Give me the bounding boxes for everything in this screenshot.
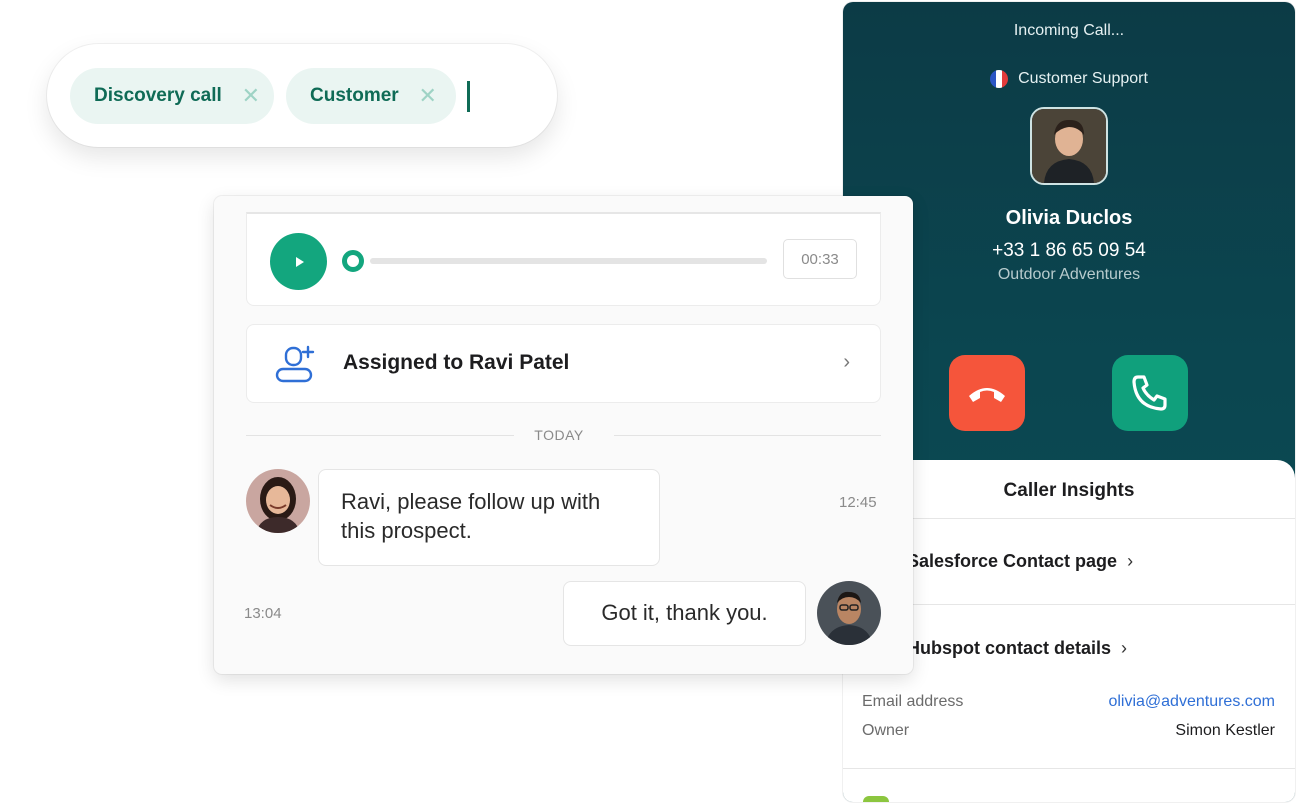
- salesforce-link-label: Salesforce Contact page: [907, 551, 1118, 571]
- recording-duration: 00:33: [783, 239, 857, 279]
- hubspot-contact-link[interactable]: Hubspot contact details ›: [907, 638, 1127, 659]
- avatar: [817, 581, 881, 645]
- caller-avatar: [1030, 107, 1108, 185]
- france-flag-icon: [990, 70, 1009, 88]
- chevron-right-icon: ›: [1127, 551, 1134, 571]
- message-text: Got it, thank you.: [601, 600, 768, 625]
- play-button[interactable]: [270, 233, 327, 290]
- email-row: Email address olivia@adventures.com: [862, 693, 1275, 711]
- message-time: 12:45: [839, 494, 877, 511]
- phone-icon: [1132, 375, 1167, 411]
- message-bubble: Got it, thank you.: [563, 581, 806, 646]
- tag-chip-discovery-call[interactable]: Discovery call ✕: [70, 68, 274, 124]
- hubspot-link-label: Hubspot contact details: [907, 638, 1112, 658]
- message-bubble: Ravi, please follow up with this prospec…: [318, 469, 660, 566]
- email-link[interactable]: olivia@adventures.com: [1108, 693, 1275, 711]
- assign-user-icon: [275, 345, 315, 383]
- call-line-name: Customer Support: [1018, 70, 1148, 87]
- call-status: Incoming Call...: [1013, 22, 1125, 39]
- hang-up-icon: [969, 388, 1005, 402]
- chevron-right-icon: ›: [843, 351, 850, 373]
- tag-chip-customer[interactable]: Customer ✕: [286, 68, 456, 124]
- close-icon[interactable]: ✕: [240, 83, 262, 109]
- date-divider-label: TODAY: [534, 427, 584, 443]
- divider: [843, 768, 1295, 769]
- tag-chip-label: Customer: [310, 85, 399, 106]
- tag-chip-label: Discovery call: [94, 85, 222, 106]
- owner-value: Simon Kestler: [1175, 722, 1275, 739]
- email-label: Email address: [862, 693, 964, 710]
- owner-row: Owner Simon Kestler: [862, 722, 1275, 740]
- accept-call-button[interactable]: [1112, 355, 1188, 431]
- progress-handle[interactable]: [342, 250, 364, 272]
- call-line: Customer Support: [843, 70, 1295, 88]
- tag-input[interactable]: Discovery call ✕ Customer ✕: [47, 44, 557, 147]
- message-time: 13:04: [244, 605, 282, 622]
- call-activity-card: 00:33 Assigned to Ravi Patel › TODAY Rav…: [214, 196, 913, 674]
- text-cursor: [467, 81, 470, 112]
- salesforce-contact-link[interactable]: Salesforce Contact page ›: [907, 551, 1133, 572]
- divider: [614, 435, 881, 436]
- close-icon[interactable]: ✕: [417, 83, 439, 109]
- progress-track[interactable]: [370, 258, 767, 264]
- assigned-label: Assigned to Ravi Patel: [343, 351, 570, 374]
- decline-call-button[interactable]: [949, 355, 1025, 431]
- owner-label: Owner: [862, 722, 910, 739]
- message-text: Ravi, please follow up with this prospec…: [341, 489, 601, 543]
- chevron-right-icon: ›: [1121, 638, 1128, 658]
- recording-player: 00:33: [246, 212, 881, 306]
- avatar: [246, 469, 310, 533]
- assigned-row[interactable]: Assigned to Ravi Patel ›: [246, 324, 881, 403]
- divider: [246, 435, 514, 436]
- integration-icon: [863, 796, 889, 802]
- play-icon: [295, 256, 304, 267]
